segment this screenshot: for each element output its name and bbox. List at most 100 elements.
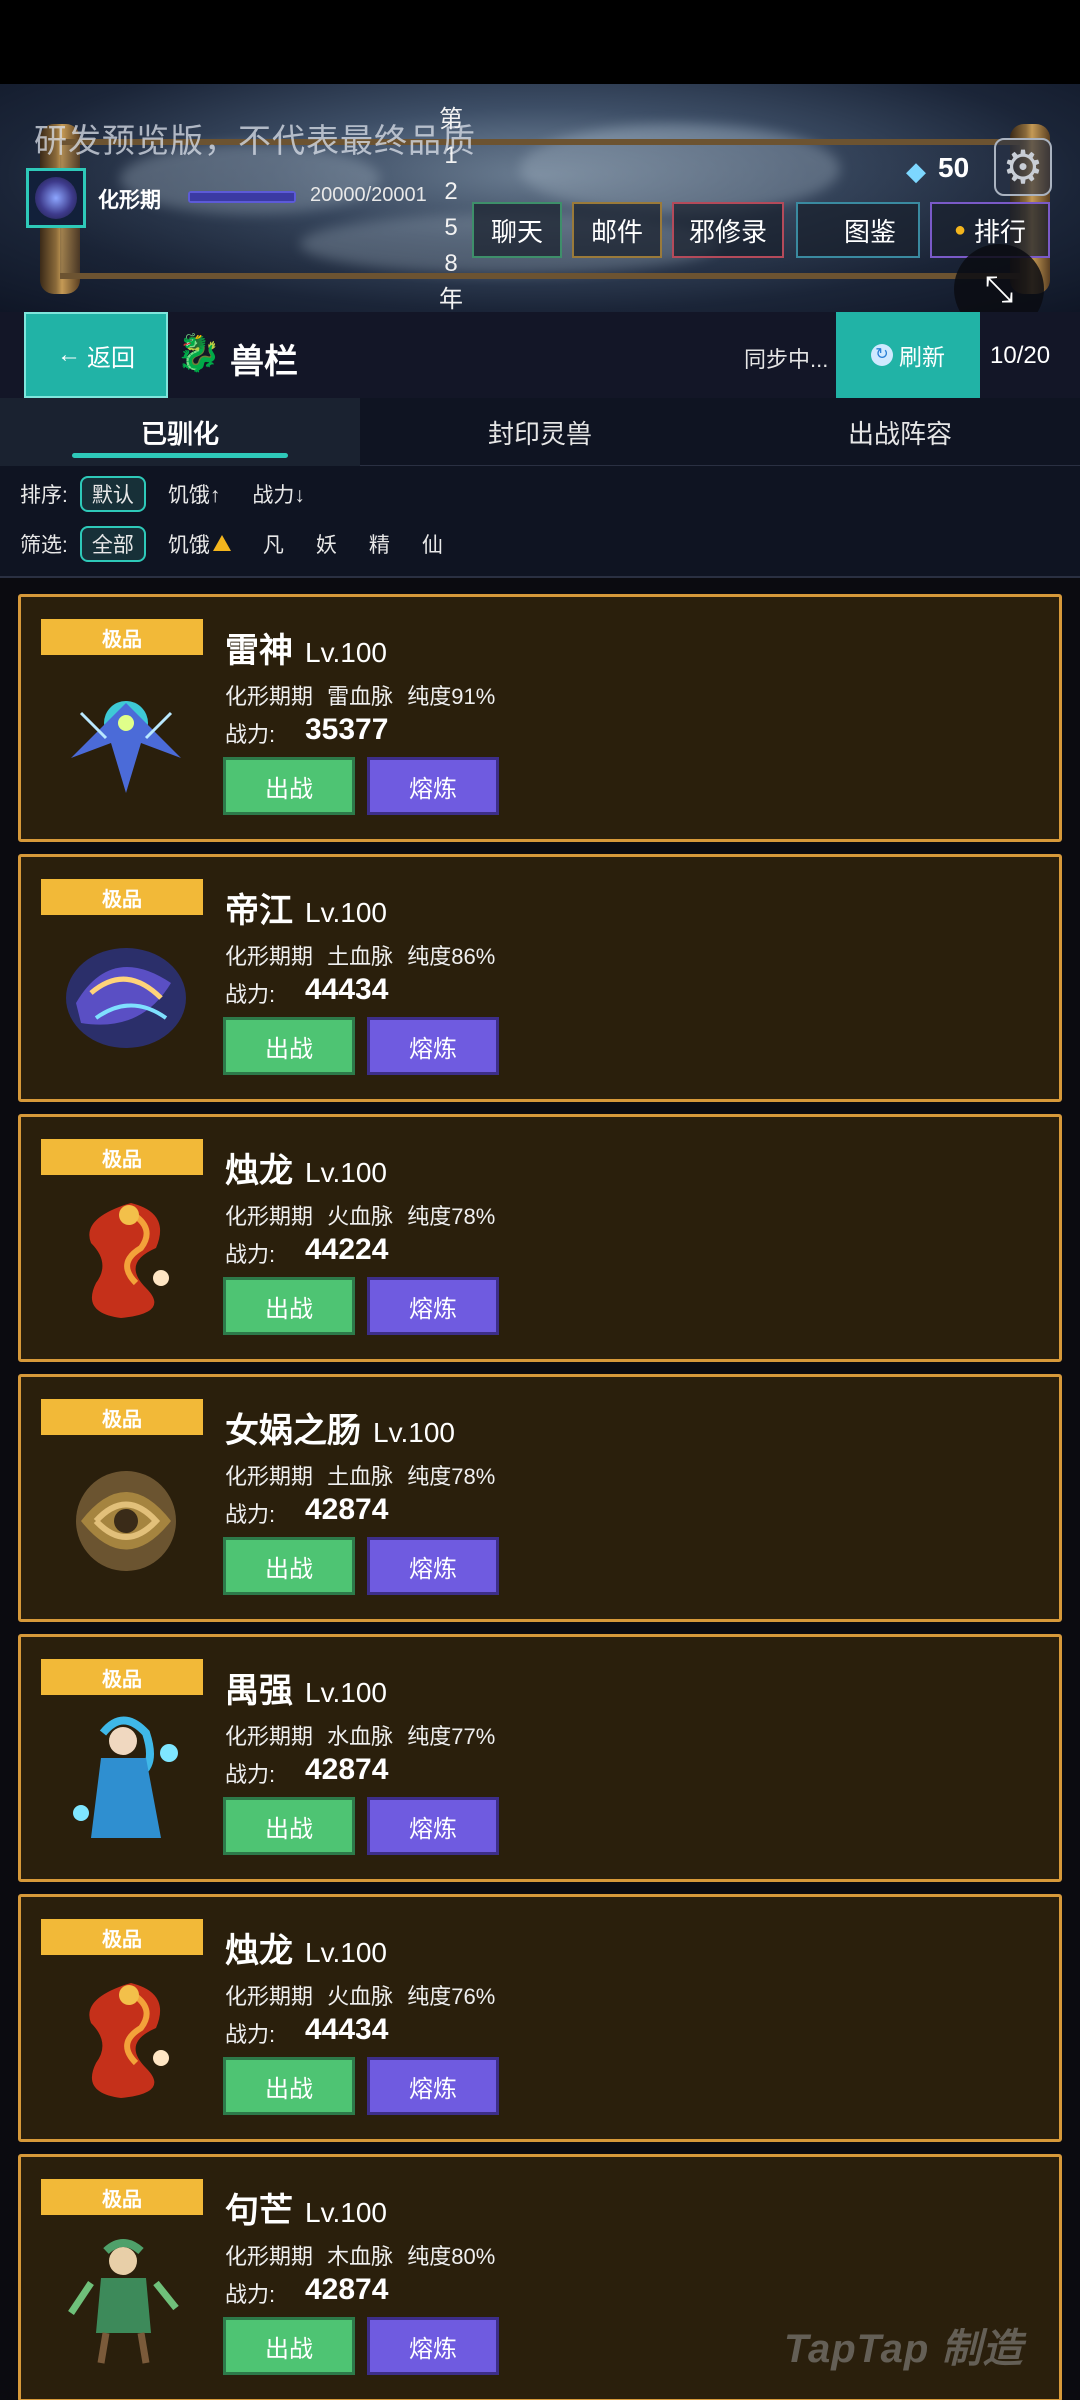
rank-label: 排行: [974, 216, 1027, 247]
settings-button[interactable]: ⚙: [994, 138, 1052, 196]
power-value: 42874: [305, 1493, 389, 1526]
collapse-icon: ⤡: [984, 267, 1014, 309]
filter-label: 筛选:: [20, 534, 68, 557]
back-button[interactable]: ← 返回: [24, 312, 168, 398]
refresh-icon: ↻: [871, 344, 893, 366]
smelt-button[interactable]: 熔炼: [367, 757, 499, 815]
deploy-button[interactable]: 出战: [223, 1277, 355, 1335]
beast-name-text: 帝江: [225, 892, 293, 930]
beast-card[interactable]: 极品 雷神 Lv.100 化形期期 雷血脉 纯度91% 战力: 35377 出战 熔炼: [18, 594, 1062, 842]
deploy-button[interactable]: 出战: [223, 1797, 355, 1855]
power-label: 战力:: [225, 1242, 276, 1267]
atlas-button[interactable]: 图鉴: [796, 202, 920, 258]
avatar-icon: [35, 177, 77, 219]
nav-bar: ← 返回 🐉 兽栏 同步中... ↻ 刷新 10/20: [0, 312, 1080, 398]
power-value: 44434: [305, 973, 389, 1006]
beast-name-text: 句芒: [225, 2192, 293, 2230]
filter-row: 筛选: 全部 饥饿 凡 妖 精 仙: [20, 526, 453, 562]
year-char: 2: [444, 178, 458, 205]
beast-info: 化形期期 雷血脉 纯度91%: [225, 684, 496, 709]
preview-watermark: 研发预览版，不代表最终品质: [34, 122, 476, 159]
beast-card[interactable]: 极品 烛龙 Lv.100 化形期期 火血脉 纯度76% 战力: 44434 出战 熔炼: [18, 1894, 1062, 2142]
beast-info: 化形期期 火血脉 纯度76%: [225, 1984, 496, 2009]
beast-info: 化形期期 火血脉 纯度78%: [225, 1204, 496, 1229]
back-label: 返回: [87, 344, 135, 372]
thunder-phoenix-icon: [51, 663, 201, 813]
beast-name: 烛龙 Lv.100: [225, 1143, 387, 1192]
taptap-logo: TapTap 制造: [784, 2327, 1024, 2371]
filter-demon[interactable]: 妖: [306, 526, 347, 562]
sort-label: 排序:: [20, 484, 68, 507]
beast-card[interactable]: 极品 烛龙 Lv.100 化形期期 火血脉 纯度78% 战力: 44224 出战 熔炼: [18, 1114, 1062, 1362]
power-label: 战力:: [225, 1762, 276, 1787]
tier-badge: 极品: [41, 1659, 203, 1695]
page-title: 兽栏: [230, 343, 298, 381]
year-indicator: 第 1 2 5 8 年: [434, 102, 468, 312]
year-char: 第: [439, 106, 463, 133]
filter-hunger-label: 饥饿: [167, 534, 210, 557]
deploy-button[interactable]: 出战: [223, 2057, 355, 2115]
power-value: 35377: [305, 713, 389, 746]
smelt-button[interactable]: 熔炼: [367, 2057, 499, 2115]
filter-spirit[interactable]: 精: [359, 526, 400, 562]
smelt-button[interactable]: 熔炼: [367, 1537, 499, 1595]
gem-icon: ◆: [906, 156, 926, 186]
tab-lineup[interactable]: 出战阵容: [720, 398, 1080, 466]
beast-name-text: 女娲之肠: [225, 1412, 361, 1450]
year-char: 8: [444, 250, 458, 277]
beast-card[interactable]: 极品 禺强 Lv.100 化形期期 水血脉 纯度77% 战力: 42874 出战 熔炼: [18, 1634, 1062, 1882]
power-label: 战力:: [225, 2282, 276, 2307]
sort-default[interactable]: 默认: [79, 476, 146, 512]
trophy-icon: ●: [953, 218, 967, 241]
smelt-button[interactable]: 熔炼: [367, 1797, 499, 1855]
year-char: 5: [444, 214, 458, 241]
filter-all[interactable]: 全部: [79, 526, 146, 562]
beast-level: Lv.100: [305, 1677, 387, 1708]
beast-info: 化形期期 水血脉 纯度77%: [225, 1724, 496, 1749]
power-label: 战力:: [225, 982, 276, 1007]
refresh-button[interactable]: ↻ 刷新: [836, 312, 980, 398]
filter-panel: 排序: 默认 饥饿↑ 战力↓ 筛选: 全部 饥饿 凡 妖 精 仙: [0, 466, 1080, 578]
tier-badge: 极品: [41, 2179, 203, 2215]
top-banner: 研发预览版，不代表最终品质 第 1 2 5 8 年 化形期 20000/2000…: [0, 84, 1080, 312]
beast-name-text: 烛龙: [225, 1932, 293, 1970]
deploy-button[interactable]: 出战: [223, 2317, 355, 2375]
wood-god-icon: [51, 2223, 201, 2373]
chat-button[interactable]: 聊天: [472, 202, 562, 258]
beast-name: 烛龙 Lv.100: [225, 1923, 387, 1972]
beast-name-text: 雷神: [225, 632, 293, 670]
beast-level: Lv.100: [305, 1937, 387, 1968]
player-avatar[interactable]: [26, 168, 86, 228]
beast-level: Lv.100: [373, 1417, 455, 1448]
deploy-button[interactable]: 出战: [223, 1017, 355, 1075]
mail-button[interactable]: 邮件: [572, 202, 662, 258]
beast-card[interactable]: 极品 帝江 Lv.100 化形期期 土血脉 纯度86% 战力: 44434 出战 熔炼: [18, 854, 1062, 1102]
sort-row: 排序: 默认 饥饿↑ 战力↓: [20, 476, 315, 512]
deploy-button[interactable]: 出战: [223, 1537, 355, 1595]
status-bar: [0, 0, 1080, 84]
tab-sealed[interactable]: 封印灵兽: [360, 398, 720, 466]
filter-hunger[interactable]: 饥饿: [158, 526, 241, 562]
sort-power[interactable]: 战力↓: [242, 476, 315, 512]
smelt-button[interactable]: 熔炼: [367, 2317, 499, 2375]
beast-card[interactable]: 极品 女娲之肠 Lv.100 化形期期 土血脉 纯度78% 战力: 42874 出战 熔炼: [18, 1374, 1062, 1622]
sort-hunger[interactable]: 饥饿↑: [158, 476, 231, 512]
power-label: 战力:: [225, 2022, 276, 2047]
warning-icon: [212, 535, 231, 551]
sync-status: 同步中...: [744, 347, 829, 372]
filter-immortal[interactable]: 仙: [412, 526, 453, 562]
atlas-label: 图鉴: [843, 216, 896, 247]
tab-tamed[interactable]: 已驯化: [0, 398, 360, 466]
power-value: 42874: [305, 1753, 389, 1786]
chaos-cloud-icon: [51, 923, 201, 1073]
fire-dragon-icon: [51, 1183, 201, 1333]
tier-badge: 极品: [41, 879, 203, 915]
dragon-icon: 🐉: [176, 332, 221, 373]
beast-info: 化形期期 土血脉 纯度78%: [225, 1464, 496, 1489]
filter-mortal[interactable]: 凡: [253, 526, 294, 562]
smelt-button[interactable]: 熔炼: [367, 1017, 499, 1075]
deploy-button[interactable]: 出战: [223, 757, 355, 815]
evil-cultivator-button[interactable]: 邪修录: [672, 202, 784, 258]
beast-name: 帝江 Lv.100: [225, 883, 387, 932]
smelt-button[interactable]: 熔炼: [367, 1277, 499, 1335]
